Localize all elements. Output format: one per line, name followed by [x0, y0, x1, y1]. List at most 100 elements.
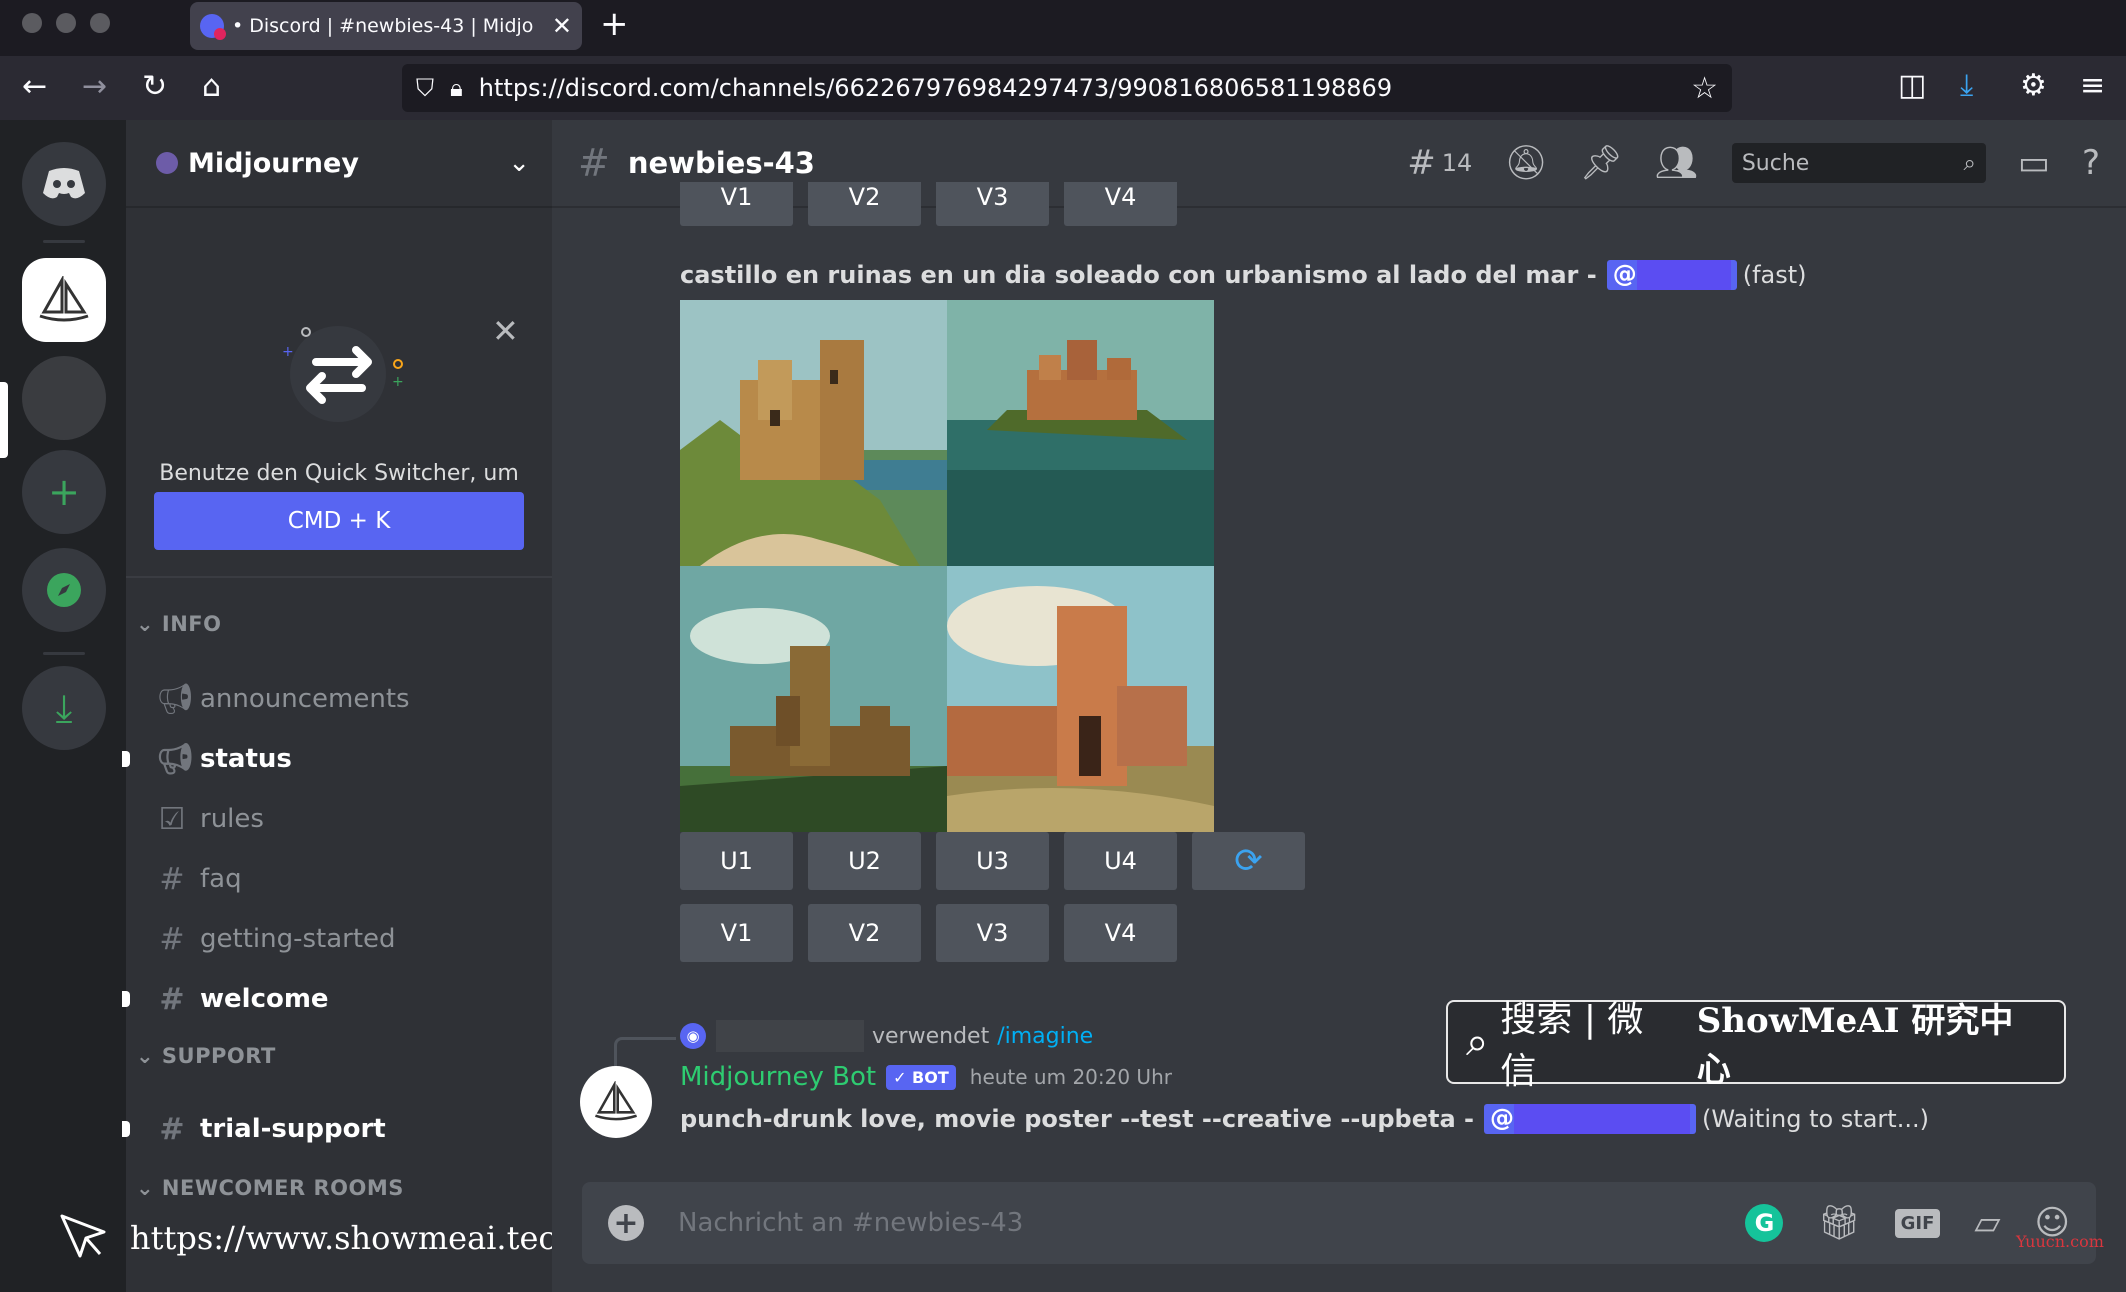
- bot-username[interactable]: Midjourney Bot: [680, 1062, 876, 1092]
- bot-badge: ✓ BOT: [886, 1064, 956, 1090]
- threads-button[interactable]: #14: [1407, 143, 1472, 183]
- add-server-icon[interactable]: +: [22, 450, 106, 534]
- new-tab-button[interactable]: +: [600, 4, 629, 44]
- menu-icon[interactable]: ≡: [2080, 68, 2105, 103]
- shield-icon[interactable]: ⛉: [416, 74, 434, 102]
- watermark-url: https://www.showmeai.tech: [130, 1219, 577, 1257]
- discord-home-icon[interactable]: [22, 142, 106, 226]
- category-support[interactable]: ⌄ SUPPORT: [136, 1044, 276, 1068]
- channel-announcements[interactable]: 📢︎ announcements: [156, 674, 536, 724]
- upscale-button-u2[interactable]: U2: [808, 832, 921, 890]
- category-support-label: SUPPORT: [161, 1044, 276, 1068]
- channel-welcome[interactable]: # welcome: [122, 974, 536, 1024]
- variation-button-v3[interactable]: V3: [936, 904, 1049, 962]
- upscale-button-u3[interactable]: U3: [936, 832, 1049, 890]
- reply-action: verwendet: [872, 1023, 990, 1049]
- channel-trial-support[interactable]: # trial-support: [122, 1104, 536, 1154]
- variation-button[interactable]: V2: [808, 182, 921, 226]
- home-icon[interactable]: ⌂: [202, 70, 221, 104]
- inbox-icon[interactable]: ▭: [2018, 143, 2050, 183]
- browser-tab[interactable]: • Discord | #newbies-43 | Midjo ✕: [190, 2, 582, 50]
- help-icon[interactable]: ?: [2082, 143, 2100, 183]
- user-mention[interactable]: @: [1606, 260, 1737, 290]
- tab-close-icon[interactable]: ✕: [552, 12, 572, 40]
- pin-icon[interactable]: 📌︎: [1579, 143, 1622, 183]
- upscale-button-row: U1 U2 U3 U4 ⟳: [680, 832, 1305, 890]
- image-grid[interactable]: [680, 300, 1214, 832]
- unread-indicator: [122, 751, 130, 767]
- forward-icon[interactable]: →: [82, 70, 107, 104]
- watermark-search-label: 搜索 | 微信: [1500, 999, 1644, 1092]
- settings-gear-icon[interactable]: ⚙: [2020, 68, 2047, 103]
- channel-rules[interactable]: ☑ rules: [156, 794, 536, 844]
- sticker-icon[interactable]: ▱: [1974, 1203, 2000, 1243]
- pocket-icon[interactable]: ◫: [1898, 68, 1926, 103]
- search-placeholder: Suche: [1741, 150, 1810, 176]
- redacted-username: [1513, 1104, 1690, 1134]
- generated-image-2[interactable]: [947, 300, 1214, 566]
- server-separator: [43, 652, 85, 655]
- gift-icon[interactable]: 🎁︎: [1817, 1203, 1860, 1243]
- channel-status[interactable]: 📢︎ status: [122, 734, 536, 784]
- channel-getting-started[interactable]: # getting-started: [156, 914, 536, 964]
- reroll-refresh-icon[interactable]: ⟳: [1192, 832, 1305, 890]
- tab-title: • Discord | #newbies-43 | Midjo: [232, 15, 534, 37]
- category-newcomer-label: NEWCOMER ROOMS: [161, 1176, 404, 1200]
- back-icon[interactable]: ←: [22, 70, 47, 104]
- channel-sidebar: Midjourney ⌄ ✕ + + Benutze den Quick Swi…: [122, 120, 552, 1292]
- category-newcomer-rooms[interactable]: ⌄ NEWCOMER ROOMS: [136, 1176, 404, 1200]
- server-rail: + ⤓: [0, 120, 126, 1292]
- address-bar[interactable]: ⛉ 🔒︎ https://discord.com/channels/662267…: [402, 64, 1732, 112]
- svg-text:+: +: [392, 374, 404, 390]
- grammarly-icon[interactable]: G: [1745, 1204, 1784, 1242]
- explore-compass-icon[interactable]: [22, 548, 106, 632]
- window-zoom-dot[interactable]: [90, 13, 110, 33]
- message-input[interactable]: Nachricht an #newbies-43: [678, 1208, 1745, 1238]
- variation-button-v2[interactable]: V2: [808, 904, 921, 962]
- bookmark-star-icon[interactable]: ☆: [1691, 71, 1718, 106]
- command-reply-context[interactable]: ◉ verwendet /imagine: [680, 1020, 1093, 1052]
- upscale-button-u4[interactable]: U4: [1064, 832, 1177, 890]
- reload-icon[interactable]: ↻: [142, 70, 167, 104]
- search-icon: ⌕: [1466, 1019, 1489, 1065]
- upscale-button-u1[interactable]: U1: [680, 832, 793, 890]
- unread-indicator: [122, 1121, 130, 1137]
- message-composer[interactable]: + Nachricht an #newbies-43 G 🎁︎ GIF ▱ ☺: [582, 1182, 2096, 1264]
- showmeai-search-watermark: ⌕ 搜索 | 微信 ShowMeAI 研究中心: [1446, 999, 2066, 1092]
- variation-button-v1[interactable]: V1: [680, 904, 793, 962]
- download-apps-icon[interactable]: ⤓: [22, 666, 106, 750]
- window-minimize-dot[interactable]: [56, 13, 76, 33]
- variation-button-v4[interactable]: V4: [1064, 904, 1177, 962]
- generated-image-1[interactable]: [680, 300, 947, 566]
- chevron-down-icon[interactable]: ⌄: [508, 148, 530, 178]
- variation-button[interactable]: V4: [1064, 182, 1177, 226]
- variation-button[interactable]: V1: [680, 182, 793, 226]
- category-info[interactable]: ⌄ INFO: [136, 612, 222, 636]
- quick-switcher-shortcut-button[interactable]: CMD + K: [154, 492, 524, 550]
- user-mention[interactable]: @: [1483, 1104, 1696, 1134]
- search-input[interactable]: Suche ⌕: [1731, 143, 1986, 183]
- channel-faq[interactable]: # faq: [156, 854, 536, 904]
- showmeai-url-watermark: https://www.showmeai.tech: [56, 1210, 577, 1266]
- generated-image-3[interactable]: [680, 566, 947, 832]
- variation-button-row: V1 V2 V3 V4: [680, 904, 1177, 962]
- variation-button[interactable]: V3: [936, 182, 1049, 226]
- guild-header[interactable]: Midjourney ⌄: [126, 120, 552, 208]
- url-text[interactable]: https://discord.com/channels/66226797698…: [479, 74, 1691, 102]
- mute-bell-icon[interactable]: 🔕︎: [1504, 143, 1547, 183]
- close-icon[interactable]: ✕: [492, 312, 519, 350]
- generated-image-4[interactable]: [947, 566, 1214, 832]
- mention-prefix: @: [1612, 260, 1637, 288]
- attach-plus-icon[interactable]: +: [608, 1205, 644, 1241]
- lock-icon[interactable]: 🔒︎: [450, 74, 463, 102]
- gif-icon[interactable]: GIF: [1894, 1208, 1941, 1238]
- window-close-dot[interactable]: [22, 13, 42, 33]
- slash-command-link[interactable]: /imagine: [997, 1024, 1093, 1049]
- members-icon[interactable]: 👥︎: [1655, 143, 1698, 183]
- downloads-icon[interactable]: ⤓: [1960, 68, 1973, 103]
- midjourney-server-icon[interactable]: [22, 258, 106, 342]
- bot-avatar[interactable]: [580, 1066, 652, 1138]
- redacted-username: [716, 1020, 864, 1052]
- server-avatar-icon[interactable]: [22, 356, 106, 440]
- redacted-username: [1636, 260, 1731, 290]
